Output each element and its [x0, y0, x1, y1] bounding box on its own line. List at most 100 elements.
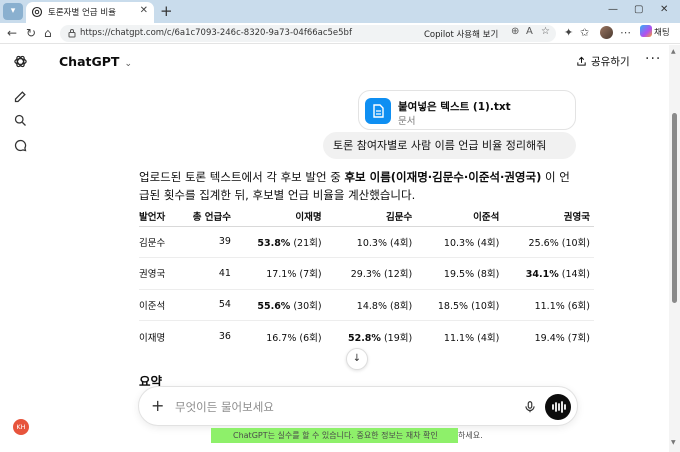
table-header: 총 언급수 [176, 206, 235, 227]
ratio-percent: 52.8% [347, 332, 381, 344]
tab-actions-menu[interactable]: ▾ [3, 3, 23, 20]
ratio-count: (8회) [386, 300, 413, 312]
table-header-row: 발언자 총 언급수 이재명 김문수 이준석 권영국 [139, 206, 594, 227]
attachment-card[interactable]: 붙여넣은 텍스트 (1).txt 문서 [358, 90, 576, 130]
waveform-icon [552, 401, 566, 413]
table-row: 이재명 36 16.7% (6회) 52.8% (19회) 11.1% (4회) 19.4… [139, 321, 594, 353]
ratio-percent: 10.3% [356, 237, 387, 249]
scroll-up-arrow-icon[interactable]: ▲ [671, 48, 676, 55]
model-selector[interactable]: ChatGPT ⌄ [59, 54, 132, 69]
refresh-icon[interactable]: ↻ [26, 25, 36, 41]
scroll-down-arrow-icon[interactable]: ▼ [671, 439, 676, 446]
new-chat-icon[interactable] [13, 89, 28, 104]
attachment-type: 문서 [398, 116, 416, 127]
ratio-percent: 16.7% [266, 332, 297, 344]
prompt-input[interactable]: 무엇이든 물어보세요 [175, 399, 274, 415]
ratio-cell: 18.5% (10회) [416, 289, 504, 321]
ratio-percent: 10.3% [443, 237, 475, 249]
sidebar: KH [0, 45, 40, 452]
search-icon[interactable] [13, 113, 28, 128]
minimize-button[interactable]: — [608, 4, 618, 15]
ratio-count: (4회) [386, 237, 413, 249]
chat-history-icon[interactable] [13, 138, 28, 153]
user-avatar[interactable]: KH [13, 419, 29, 435]
table-row: 이준석 54 55.6% (30회) 14.8% (8회) 18.5% (10회) 11.… [139, 289, 594, 321]
extensions-icon[interactable]: ✦ [564, 26, 573, 39]
ratio-cell: 52.8% (19회) [326, 321, 417, 353]
message-composer[interactable]: + 무엇이든 물어보세요 [138, 386, 578, 426]
attachment-name: 붙여넣은 텍스트 (1).txt [398, 101, 511, 113]
ratio-percent: 25.6% [528, 237, 559, 249]
total-mentions: 39 [218, 236, 231, 248]
speaker-name: 이준석 [139, 300, 166, 312]
ratio-percent: 19.4% [534, 332, 565, 344]
read-aloud-icon[interactable]: A [526, 26, 533, 37]
ratio-percent: 17.1% [266, 269, 297, 281]
table-header: 이준석 [416, 206, 504, 227]
ratio-percent: 19.5% [443, 269, 475, 281]
ratio-count: (12회) [380, 269, 413, 281]
ratio-count: (21회) [290, 237, 322, 249]
maximize-button[interactable]: ▢ [634, 4, 643, 15]
back-icon[interactable]: ← [7, 25, 17, 41]
scroll-to-bottom-button[interactable]: ↓ [346, 348, 368, 370]
table-header: 발언자 [139, 206, 177, 227]
ratio-percent: 11.1% [534, 300, 565, 312]
favorites-icon[interactable]: ✩ [580, 26, 589, 39]
ratio-cell: 11.1% (4회) [416, 321, 503, 353]
table-header: 이재명 [234, 206, 326, 227]
copilot-chat-button[interactable]: 채팅 [640, 25, 670, 41]
scroll-thumb[interactable] [672, 113, 677, 303]
address-bar[interactable]: https://chatgpt.com/c/6a1c7093-246c-8320… [60, 25, 556, 42]
tab-title: 토론자별 언급 비율 [48, 8, 116, 18]
chevron-down-icon: ⌄ [124, 59, 132, 69]
page-scrollbar[interactable]: ▲ ▼ [669, 45, 680, 452]
more-options-button[interactable]: ··· [645, 51, 661, 67]
url-text: https://chatgpt.com/c/6a1c7093-246c-8320… [80, 28, 352, 38]
microphone-icon[interactable] [523, 399, 537, 415]
ratio-count: (8회) [474, 269, 500, 281]
ratio-cell: 14.8% (8회) [325, 289, 417, 321]
ratio-cell: 55.6% (30회) [234, 289, 326, 321]
ratio-percent: 11.1% [443, 332, 475, 344]
total-mentions: 54 [218, 299, 231, 311]
home-icon[interactable]: ⌂ [44, 25, 52, 41]
close-window-button[interactable]: ✕ [660, 4, 668, 15]
ratio-count: (10회) [468, 300, 500, 312]
table-header: 김문수 [325, 206, 417, 227]
table-header: 권영국 [503, 206, 594, 227]
ratio-count: (30회) [290, 300, 322, 312]
ratio-count: (10회) [558, 237, 590, 249]
ratio-count: (4회) [474, 237, 500, 249]
ratio-count: (7회) [296, 269, 322, 281]
total-cell: 36 [177, 321, 235, 353]
ratio-count: (7회) [564, 332, 590, 344]
ratio-percent: 34.1% [525, 269, 559, 281]
total-cell: 39 [176, 226, 235, 258]
ratio-cell: 10.3% (4회) [325, 226, 417, 258]
model-name: ChatGPT [59, 54, 120, 69]
disclaimer-tail: 하세요. [458, 431, 483, 440]
profile-avatar[interactable] [600, 26, 613, 39]
copilot-button[interactable]: Copilot 사용해 보기 [424, 28, 498, 40]
total-mentions: 36 [218, 331, 231, 342]
share-label: 공유하기 [591, 56, 630, 68]
ratio-count: (4회) [474, 332, 500, 344]
openai-logo-icon[interactable] [13, 54, 28, 69]
new-tab-button[interactable]: + [160, 2, 173, 20]
zoom-icon[interactable]: ⊕ [511, 26, 519, 37]
speaker-cell: 이재명 [139, 321, 177, 353]
ratio-cell: 11.1% (6회) [503, 289, 594, 321]
browser-tab[interactable]: 토론자별 언급 비율 ✕ [26, 2, 154, 23]
ratio-cell: 10.3% (4회) [416, 226, 504, 258]
more-tools-icon[interactable]: ⋯ [620, 26, 631, 39]
share-button[interactable]: 공유하기 [576, 54, 630, 69]
add-attachment-button[interactable]: + [151, 396, 164, 416]
favorite-star-icon[interactable]: ☆ [541, 26, 550, 37]
ratio-cell: 25.6% (10회) [503, 226, 594, 258]
ratio-percent: 53.8% [257, 237, 291, 249]
tab-close-icon[interactable]: ✕ [140, 5, 148, 16]
answer-text-bold: 후보 이름(이재명·김문수·이준석·권영국) [344, 170, 542, 184]
voice-mode-button[interactable] [545, 394, 571, 420]
copilot-icon [640, 25, 652, 37]
